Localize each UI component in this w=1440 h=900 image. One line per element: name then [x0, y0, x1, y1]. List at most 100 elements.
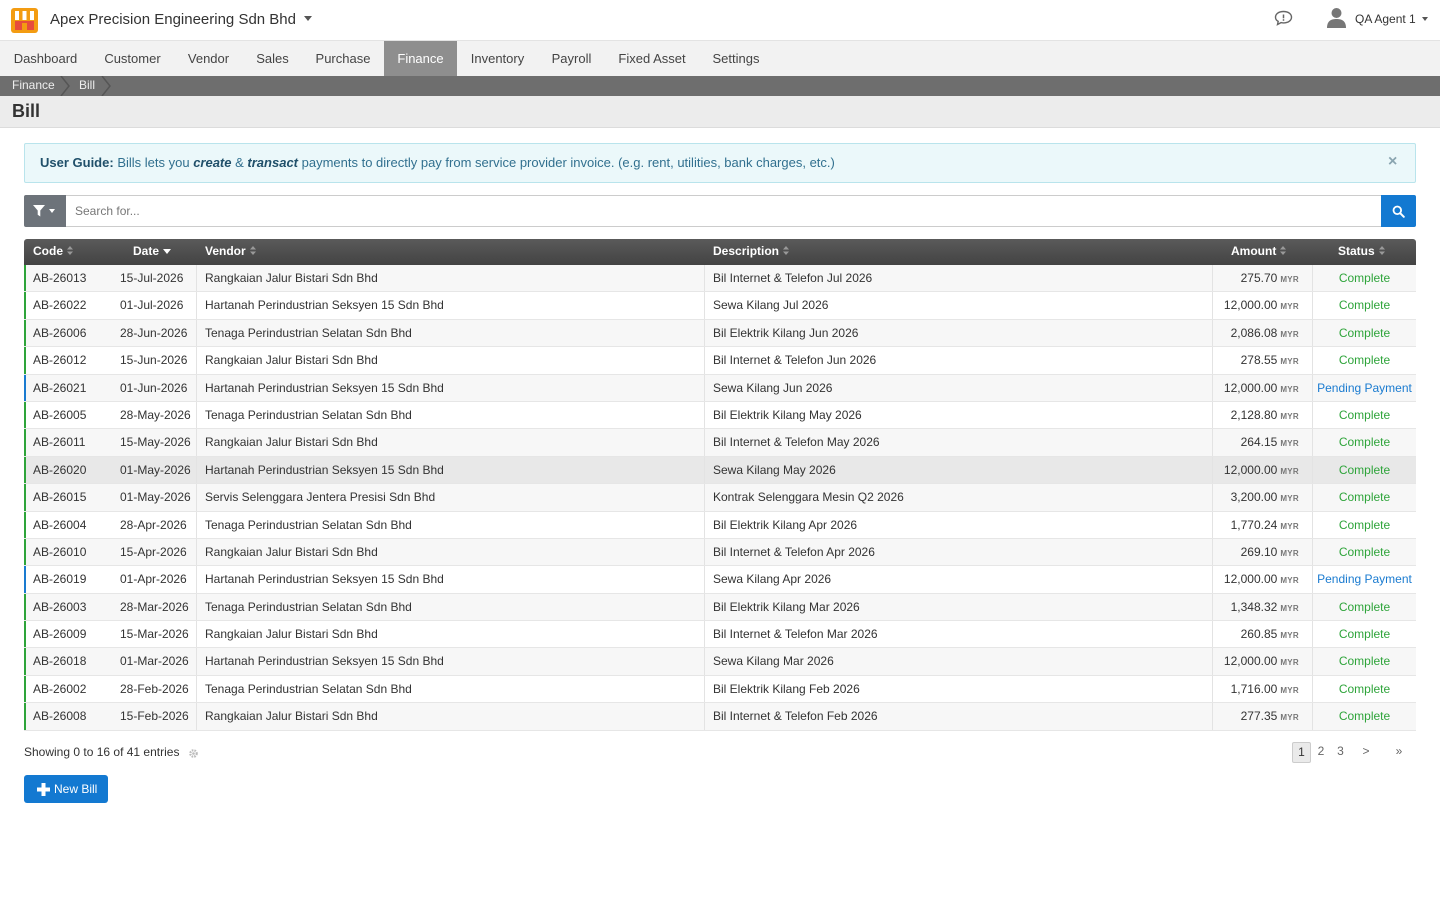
table-row[interactable]: AB-26021 01-Jun-2026 Hartanah Perindustria… [24, 374, 1416, 402]
cell-code: AB-26018 [33, 654, 87, 669]
table-row[interactable]: AB-26009 15-Mar-2026 Rangkaian Jalur Bista… [24, 621, 1416, 649]
currency-label: MYR [1280, 658, 1299, 668]
table-row[interactable]: AB-26004 28-Apr-2026 Tenaga Perindustrian … [24, 511, 1416, 539]
cell-vendor: Hartanah Perindustrian Seksyen 15 Sdn Bh… [205, 298, 444, 313]
nav-settings[interactable]: Settings [699, 41, 773, 77]
table-row[interactable]: AB-26003 28-Mar-2026 Tenaga Perindustrian … [24, 593, 1416, 622]
cell-amount: 1,770.24 MYR [1231, 512, 1299, 539]
cell-date: 15-Feb-2026 [120, 709, 189, 724]
user-menu[interactable]: QA Agent 1 [1355, 12, 1428, 26]
column-divider [196, 484, 197, 511]
cell-amount: 277.35 MYR [1241, 703, 1299, 730]
cell-vendor: Rangkaian Jalur Bistari Sdn Bhd [205, 709, 378, 724]
cell-date: 01-Apr-2026 [120, 572, 187, 587]
currency-label: MYR [1280, 357, 1299, 367]
cell-code: AB-26003 [33, 599, 87, 614]
sort-icon [783, 246, 790, 256]
column-header-amount[interactable]: Amount [1231, 239, 1287, 265]
nav-fixed-asset[interactable]: Fixed Asset [605, 41, 699, 77]
filter-button[interactable] [24, 195, 66, 227]
nav-finance[interactable]: Finance [384, 41, 457, 77]
amount-value: 264.15 [1240, 435, 1278, 450]
table-row[interactable]: AB-26011 15-May-2026 Rangkaian Jalur Bista… [24, 429, 1416, 457]
column-header-description[interactable]: Description [713, 239, 790, 265]
currency-label: MYR [1280, 384, 1299, 394]
row-status-indicator [24, 456, 26, 484]
nav-inventory[interactable]: Inventory [457, 41, 538, 77]
cell-vendor: Rangkaian Jalur Bistari Sdn Bhd [205, 271, 378, 285]
column-header-label: Code [33, 244, 63, 258]
cell-code: AB-26019 [33, 572, 87, 587]
column-divider [196, 456, 197, 484]
amount-value: 12,000.00 [1223, 654, 1278, 669]
user-guide-text: User Guide: Bills lets you create & tran… [40, 155, 835, 170]
user-guide-emphasis: create [193, 155, 232, 170]
table-row[interactable]: AB-26015 01-May-2026 Servis Selenggara Jen… [24, 484, 1416, 512]
search-input[interactable] [66, 195, 1382, 227]
table-row[interactable]: AB-26013 15-Jul-2026 Rangkaian Jalur Bista… [24, 265, 1416, 293]
column-divider [196, 675, 197, 703]
nav-payroll[interactable]: Payroll [538, 41, 605, 77]
cell-date: 01-May-2026 [120, 490, 191, 505]
column-header-vendor[interactable]: Vendor [205, 239, 256, 265]
status-badge: Complete [1338, 654, 1391, 669]
column-divider [1212, 621, 1213, 648]
status-badge: Complete [1338, 490, 1391, 505]
column-header-code[interactable]: Code [33, 239, 73, 265]
cell-description: Bil Elektrik Kilang Jun 2026 [713, 325, 859, 340]
amount-value: 3,200.00 [1230, 490, 1278, 505]
nav-purchase[interactable]: Purchase [302, 41, 384, 77]
column-divider [704, 347, 705, 374]
table-row[interactable]: AB-26008 15-Feb-2026 Rangkaian Jalur Bista… [24, 703, 1416, 731]
column-divider [704, 621, 705, 648]
table-row[interactable]: AB-26022 01-Jul-2026 Hartanah Perindustria… [24, 292, 1416, 320]
app-logo-icon[interactable] [11, 8, 38, 33]
column-divider [1212, 319, 1213, 347]
company-switcher[interactable]: Apex Precision Engineering Sdn Bhd [50, 11, 312, 28]
page-1-button[interactable]: 1 [1292, 742, 1311, 763]
cell-date: 01-Mar-2026 [120, 654, 189, 669]
cell-code: AB-26002 [33, 681, 87, 696]
currency-label: MYR [1280, 329, 1299, 339]
page-2-button[interactable]: 2 [1313, 742, 1329, 763]
currency-label: MYR [1280, 302, 1299, 312]
table-row[interactable]: AB-26002 28-Feb-2026 Tenaga Perindustrian … [24, 675, 1416, 704]
nav-customer[interactable]: Customer [91, 41, 174, 77]
next-page-button[interactable]: > [1357, 742, 1375, 763]
breadcrumb-separator-icon [60, 76, 70, 96]
table-row[interactable]: AB-26005 28-May-2026 Tenaga Perindustrian … [24, 401, 1416, 430]
search-button[interactable] [1381, 195, 1416, 227]
status-badge: Complete [1338, 407, 1391, 422]
table-row[interactable]: AB-26010 15-Apr-2026 Rangkaian Jalur Bista… [24, 538, 1416, 567]
table-row[interactable]: AB-26006 28-Jun-2026 Tenaga Perindustrian … [24, 319, 1416, 348]
last-page-button[interactable]: » [1390, 742, 1408, 763]
close-icon[interactable]: × [1388, 153, 1397, 171]
status-badge: Pending Payment [1317, 380, 1412, 395]
table-row[interactable]: AB-26020 01-May-2026 Hartanah Perindustria… [24, 456, 1416, 485]
breadcrumb-finance[interactable]: Finance [12, 76, 55, 96]
nav-vendor[interactable]: Vendor [174, 41, 243, 77]
column-header-status[interactable]: Status [1338, 239, 1385, 265]
breadcrumb-bill[interactable]: Bill [79, 76, 95, 96]
table-row[interactable]: AB-26019 01-Apr-2026 Hartanah Perindustria… [24, 566, 1416, 594]
user-guide-text-part: payments to directly pay from service pr… [301, 155, 835, 170]
column-header-date[interactable]: Date [133, 239, 172, 265]
chat-icon[interactable] [1274, 10, 1293, 26]
column-divider [704, 675, 705, 703]
page-3-button[interactable]: 3 [1332, 742, 1349, 763]
row-status-indicator [24, 484, 26, 511]
cell-code: AB-26011 [33, 435, 86, 450]
new-bill-button[interactable]: New Bill [24, 775, 108, 803]
main-nav: Dashboard Customer Vendor Sales Purchase… [0, 40, 1440, 77]
nav-dashboard[interactable]: Dashboard [0, 41, 91, 77]
cell-amount: 275.70 MYR [1241, 265, 1299, 292]
user-avatar-icon[interactable] [1327, 7, 1346, 28]
table-row[interactable]: AB-26018 01-Mar-2026 Hartanah Perindustria… [24, 648, 1416, 676]
table-row[interactable]: AB-26012 15-Jun-2026 Rangkaian Jalur Bista… [24, 347, 1416, 375]
column-header-label: Amount [1231, 244, 1277, 258]
gear-icon[interactable] [188, 748, 199, 759]
cell-description: Sewa Kilang Apr 2026 [713, 572, 832, 587]
cell-code: AB-26012 [33, 353, 87, 368]
sort-icon [1280, 246, 1287, 256]
nav-sales[interactable]: Sales [243, 41, 302, 77]
